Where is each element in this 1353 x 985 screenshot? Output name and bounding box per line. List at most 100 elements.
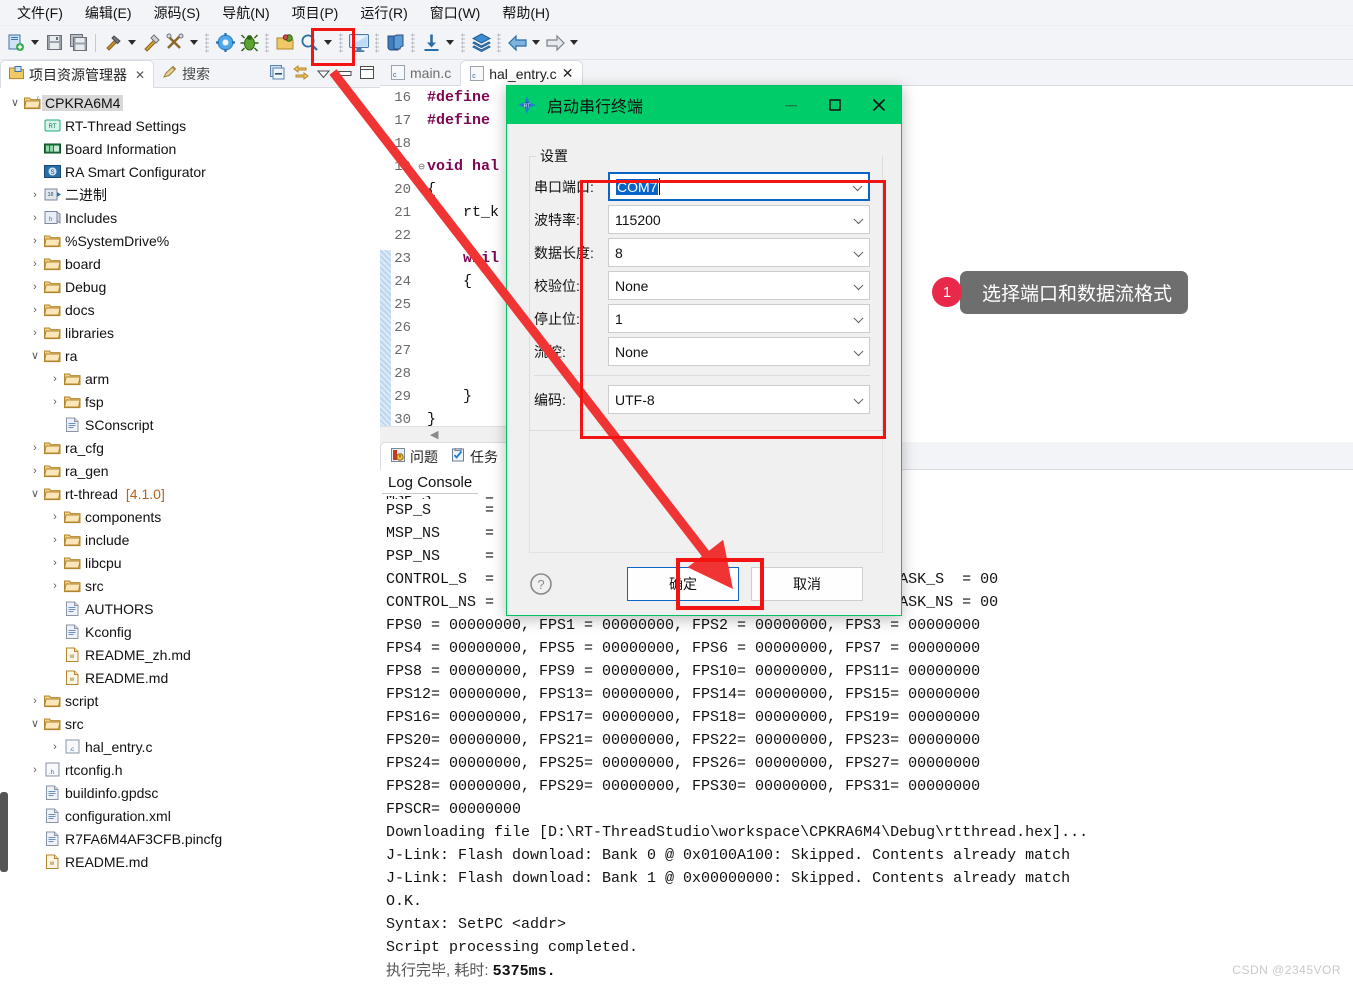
tree-item-ra-cfg[interactable]: › ra_cfg	[0, 436, 380, 459]
toolbar-drag-handle-4[interactable]	[375, 32, 379, 53]
build-dropdown-icon[interactable]	[125, 31, 139, 55]
chevron-right-icon[interactable]: ›	[28, 442, 42, 454]
scroll-left-icon[interactable]: ◀	[430, 428, 438, 441]
help-question-icon[interactable]: ?	[529, 572, 553, 596]
search-dropdown-icon[interactable]	[321, 31, 335, 55]
close-button[interactable]	[857, 86, 901, 124]
tree-item-kconfig[interactable]: Kconfig	[0, 620, 380, 643]
menu-item-source[interactable]: 源码(S)	[143, 0, 212, 26]
chevron-down-icon[interactable]: ∨	[28, 349, 42, 362]
cancel-button[interactable]: 取消	[751, 567, 863, 601]
menu-item-navigate[interactable]: 导航(N)	[211, 0, 280, 26]
chevron-right-icon[interactable]: ›	[28, 764, 42, 776]
menu-item-project[interactable]: 项目(P)	[281, 0, 350, 26]
new-file-dropdown-icon[interactable]	[28, 31, 42, 55]
toolbar-drag-handle[interactable]	[205, 32, 209, 53]
search-icon[interactable]	[297, 31, 321, 55]
tree-item-rt-thread[interactable]: ∨ rt-thread [4.1.0]	[0, 482, 380, 505]
open-resource-icon[interactable]	[273, 31, 297, 55]
chevron-right-icon[interactable]: ›	[28, 212, 42, 224]
chevron-down-icon[interactable]	[853, 312, 864, 323]
tree-item-rt-thread-settings[interactable]: RT RT-Thread Settings	[0, 114, 380, 137]
download-dropdown-icon[interactable]	[443, 31, 457, 55]
parity-select[interactable]: None	[608, 271, 870, 300]
tree-item-arm[interactable]: › arm	[0, 367, 380, 390]
tree-item-rtconfig-h[interactable]: › .h rtconfig.h	[0, 758, 380, 781]
toolbar-drag-handle-5[interactable]	[411, 32, 415, 53]
tree-item-debug[interactable]: › Debug	[0, 275, 380, 298]
build-hammer-icon[interactable]	[101, 31, 125, 55]
chevron-right-icon[interactable]: ›	[28, 695, 42, 707]
tree-item-cpkra6m4[interactable]: ∨ c CPKRA6M4	[0, 91, 380, 114]
chevron-right-icon[interactable]: ›	[28, 281, 42, 293]
tree-item-includes[interactable]: › h Includes	[0, 206, 380, 229]
serial-port-select[interactable]: COM7	[608, 172, 870, 201]
baud-rate-select[interactable]: 115200	[608, 205, 870, 234]
tree-item-fsp[interactable]: › fsp	[0, 390, 380, 413]
tree-item-ra[interactable]: ∨ ra	[0, 344, 380, 367]
tab-project-explorer[interactable]: 项目资源管理器 ✕	[0, 60, 155, 88]
chevron-right-icon[interactable]: ›	[48, 741, 62, 753]
chevron-right-icon[interactable]: ›	[48, 373, 62, 385]
encoding-select[interactable]: UTF-8	[608, 385, 870, 414]
tree-item-libraries[interactable]: › libraries	[0, 321, 380, 344]
chevron-right-icon[interactable]: ›	[48, 580, 62, 592]
tree-item-configuration-xml[interactable]: configuration.xml	[0, 804, 380, 827]
settings-gear-icon[interactable]	[213, 31, 237, 55]
tab-search[interactable]: 搜索	[154, 60, 218, 87]
tree-item-script[interactable]: › script	[0, 689, 380, 712]
book-icon[interactable]	[383, 31, 407, 55]
download-icon[interactable]	[419, 31, 443, 55]
tree-item-authors[interactable]: AUTHORS	[0, 597, 380, 620]
flow-control-select[interactable]: None	[608, 337, 870, 366]
tree-item-r7fa6m4af3cfb-pincfg[interactable]: R7FA6M4AF3CFB.pincfg	[0, 827, 380, 850]
new-file-icon[interactable]	[4, 31, 28, 55]
tree-item-sconscript[interactable]: SConscript	[0, 413, 380, 436]
menu-item-file[interactable]: 文件(F)	[6, 0, 74, 26]
save-icon[interactable]	[42, 31, 66, 55]
minimize-icon[interactable]	[338, 67, 352, 82]
data-bits-select[interactable]: 8	[608, 238, 870, 267]
tree-item-include[interactable]: › include	[0, 528, 380, 551]
tab-main-c[interactable]: c main.c	[382, 60, 460, 85]
chevron-right-icon[interactable]: ›	[28, 465, 42, 477]
chevron-down-icon[interactable]	[853, 345, 864, 356]
project-tree[interactable]: ∨ c CPKRA6M4 RT RT-Thread Settings Board Info…	[0, 88, 380, 985]
chevron-down-icon[interactable]: ∨	[8, 96, 22, 109]
tab-hal-entry-c[interactable]: c hal_entry.c ✕	[460, 60, 584, 86]
chevron-down-icon[interactable]	[852, 180, 863, 191]
tree-item-board-information[interactable]: Board Information	[0, 137, 380, 160]
chevron-down-icon[interactable]: ∨	[28, 487, 42, 500]
maximize-button[interactable]	[813, 86, 857, 124]
tree-item-src[interactable]: ∨ src	[0, 712, 380, 735]
tools-icon[interactable]	[163, 31, 187, 55]
tree-item-hal-entry-c[interactable]: › .c hal_entry.c	[0, 735, 380, 758]
layers-icon[interactable]	[469, 31, 493, 55]
toolbar-drag-handle-7[interactable]	[497, 32, 501, 53]
clean-icon[interactable]	[139, 31, 163, 55]
toolbar-drag-handle-6[interactable]	[461, 32, 465, 53]
tab-problems[interactable]: 问题 任务	[380, 442, 509, 470]
minimize-button[interactable]	[769, 86, 813, 124]
tree-item-ra-smart-configurator[interactable]: S RA Smart Configurator	[0, 160, 380, 183]
tree-item-readme-md[interactable]: w README.md	[0, 850, 380, 873]
chevron-down-icon[interactable]	[853, 393, 864, 404]
tree-item-board[interactable]: › board	[0, 252, 380, 275]
stop-bits-select[interactable]: 1	[608, 304, 870, 333]
chevron-right-icon[interactable]: ›	[28, 258, 42, 270]
forward-arrow-icon[interactable]	[543, 31, 567, 55]
debug-bug-icon[interactable]	[237, 31, 261, 55]
menu-item-window[interactable]: 窗口(W)	[419, 0, 492, 26]
panel-drag-handle[interactable]	[0, 792, 8, 872]
view-menu-icon[interactable]	[316, 67, 331, 82]
tree-item-ra-gen[interactable]: › ra_gen	[0, 459, 380, 482]
tree-item-src[interactable]: › src	[0, 574, 380, 597]
menu-item-help[interactable]: 帮助(H)	[491, 0, 560, 26]
chevron-right-icon[interactable]: ›	[48, 511, 62, 523]
back-arrow-icon[interactable]	[505, 31, 529, 55]
tree-item-components[interactable]: › components	[0, 505, 380, 528]
tree-item-buildinfo-gpdsc[interactable]: buildinfo.gpdsc	[0, 781, 380, 804]
fold-marker[interactable]: ⊖	[416, 160, 427, 174]
chevron-right-icon[interactable]: ›	[28, 235, 42, 247]
tree-item-readme-zh-md[interactable]: w README_zh.md	[0, 643, 380, 666]
